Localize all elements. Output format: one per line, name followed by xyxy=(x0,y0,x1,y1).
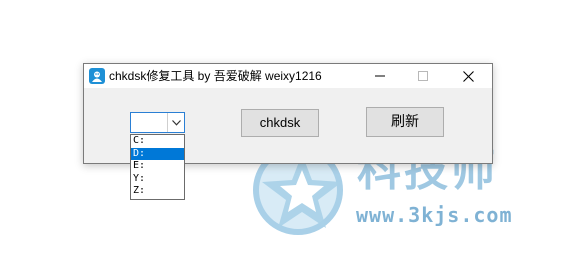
drive-option-c[interactable]: C: xyxy=(131,135,184,148)
drive-combobox[interactable] xyxy=(130,112,185,133)
dropdown-arrow-icon xyxy=(171,119,181,126)
app-window: chkdsk修复工具 by 吾爱破解 weixy1216 C: D: E: Y:… xyxy=(83,63,493,200)
window-title: chkdsk修复工具 by 吾爱破解 weixy1216 xyxy=(109,69,322,83)
chkdsk-button[interactable]: chkdsk xyxy=(241,109,319,137)
close-button[interactable] xyxy=(448,64,488,88)
title-bar[interactable]: chkdsk修复工具 by 吾爱破解 weixy1216 xyxy=(84,64,492,88)
combobox-dropdown-button[interactable] xyxy=(167,113,184,132)
drive-option-y[interactable]: Y: xyxy=(131,173,184,186)
refresh-button[interactable]: 刷新 xyxy=(366,107,444,137)
close-icon xyxy=(462,70,474,82)
drive-option-d[interactable]: D: xyxy=(131,147,184,160)
minimize-icon xyxy=(375,75,385,77)
drive-option-e[interactable]: E: xyxy=(131,160,184,173)
drive-dropdown-list: C: D: E: Y: Z: xyxy=(130,134,185,200)
maximize-icon xyxy=(418,71,428,81)
watermark-url: www.3kjs.com xyxy=(356,203,513,227)
minimize-button[interactable] xyxy=(360,64,400,88)
maximize-button[interactable] xyxy=(403,64,443,88)
app-icon xyxy=(89,68,105,84)
drive-option-z[interactable]: Z: xyxy=(131,185,184,198)
